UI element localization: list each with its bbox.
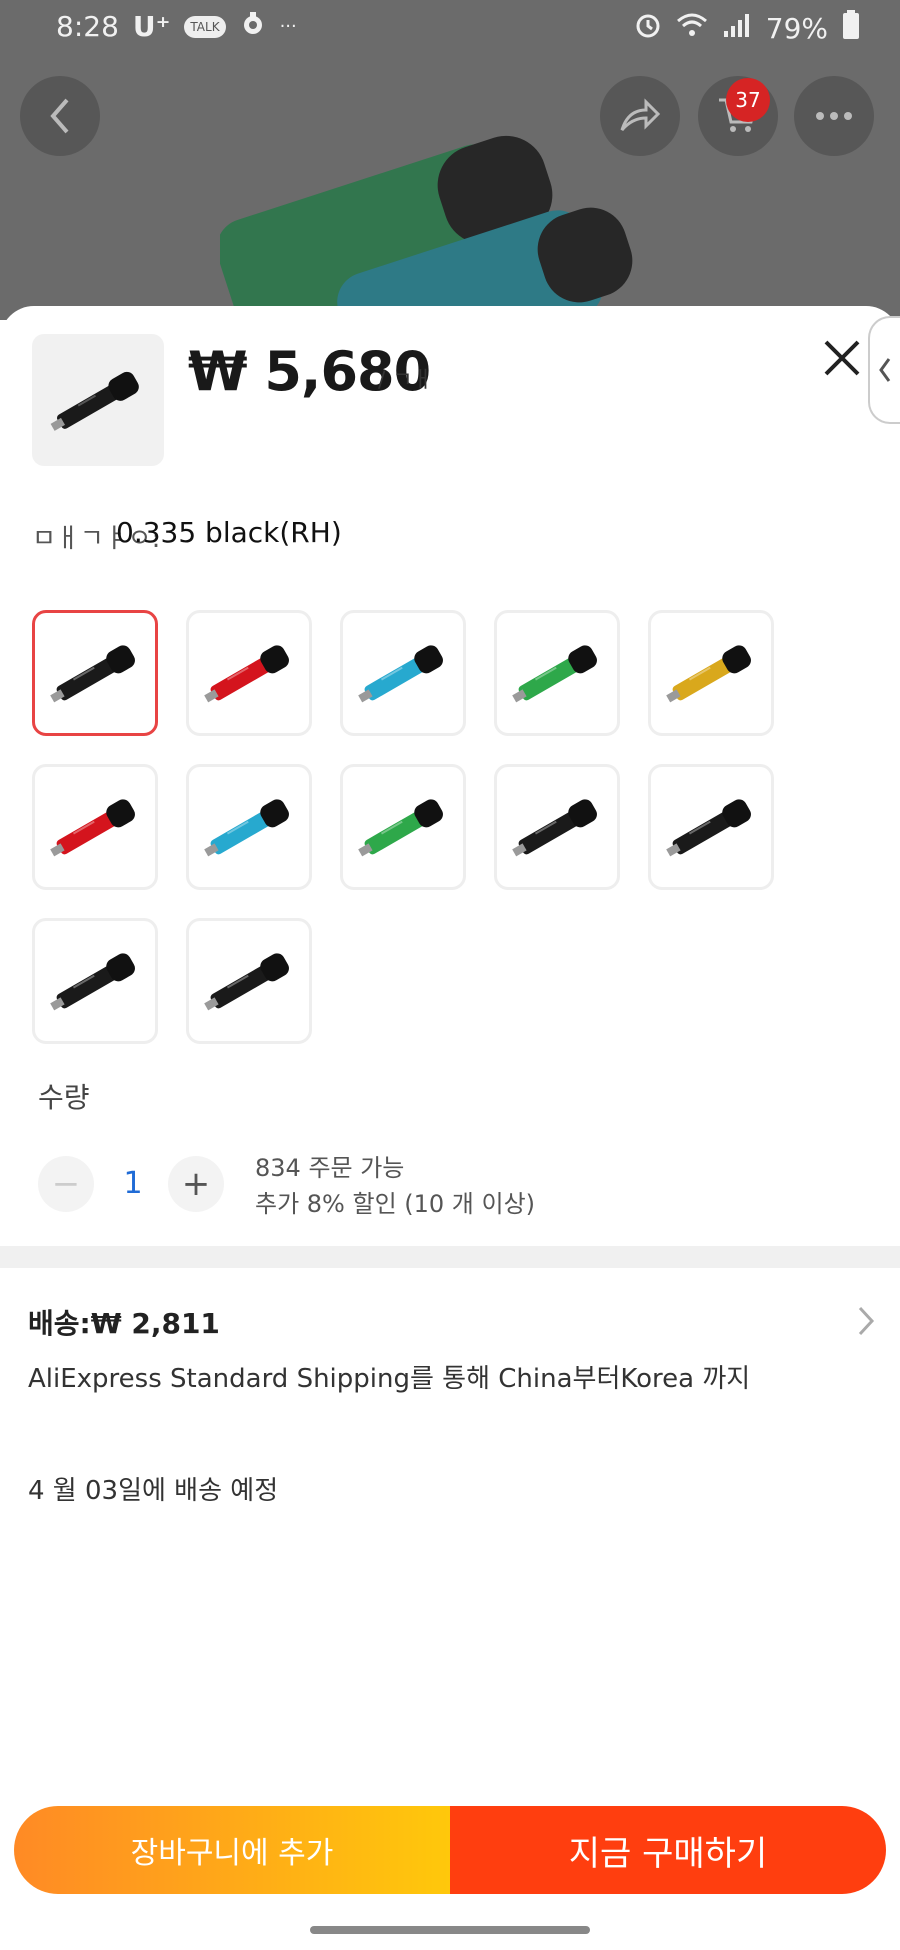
product-image	[220, 135, 633, 320]
price-unit: / ㄱㅐ	[378, 368, 433, 393]
share-icon	[620, 98, 661, 131]
battery-percent: 79%	[765, 12, 828, 45]
product-thumbnail-image	[50, 371, 139, 431]
bulk-discount: 추가 8% 할인 (10 개 이상)	[255, 1190, 536, 1218]
wifi-icon	[676, 11, 708, 46]
swatch-product-image	[666, 645, 751, 703]
more-icon	[816, 112, 852, 120]
color-swatch-option[interactable]	[648, 610, 774, 736]
delivery-estimate: 4 월 03일에 배송 예정	[28, 1476, 279, 1506]
quantity-decrease-button[interactable]: −	[38, 1156, 94, 1212]
quantity-increase-button[interactable]: +	[168, 1156, 224, 1212]
more-dots: ···	[279, 16, 297, 37]
battery-icon	[842, 10, 860, 47]
chevron-left-icon	[50, 98, 69, 134]
quantity-info: 834 주문 가능 추가 8% 할인 (10 개 이상)	[255, 1150, 535, 1222]
quantity-value[interactable]: 1	[118, 1166, 148, 1201]
swatch-product-image	[358, 799, 443, 857]
color-swatch-option[interactable]	[494, 610, 620, 736]
chevron-left-icon	[879, 358, 891, 382]
back-button[interactable]	[20, 76, 100, 156]
swatch-product-image	[204, 799, 289, 857]
color-swatch-option[interactable]	[648, 764, 774, 890]
color-swatch-option[interactable]	[494, 764, 620, 890]
color-swatch-option[interactable]	[186, 918, 312, 1044]
swatch-product-image	[50, 953, 135, 1011]
color-swatch-option[interactable]	[32, 764, 158, 890]
carrier-label: U⁺	[132, 10, 171, 43]
shipping-method: AliExpress Standard Shipping를 통해 China부터…	[28, 1364, 751, 1394]
side-panel-tab[interactable]	[868, 316, 900, 424]
swatch-product-image	[358, 645, 443, 703]
close-icon	[824, 340, 860, 376]
alarm-icon	[634, 11, 662, 46]
chevron-right-icon	[858, 1306, 875, 1336]
home-indicator[interactable]	[310, 1926, 590, 1934]
status-bar: 8:28 U⁺ TALK ··· 79%	[0, 0, 900, 56]
color-swatch-option[interactable]	[340, 764, 466, 890]
color-swatch-option[interactable]	[340, 610, 466, 736]
swatch-product-image	[50, 799, 135, 857]
swatch-product-image	[204, 645, 289, 703]
selected-product-thumbnail	[32, 334, 164, 466]
quantity-label: 수량	[38, 1081, 90, 1114]
cart-count-badge: 37	[726, 78, 770, 122]
color-swatch-option[interactable]	[186, 610, 312, 736]
swatch-product-image	[512, 645, 597, 703]
add-to-cart-button[interactable]: 장바구니에 추가	[14, 1806, 450, 1894]
color-swatch-option[interactable]	[32, 610, 158, 736]
color-value: 0.335 black(RH)	[116, 516, 342, 549]
swatch-product-image	[204, 953, 289, 1011]
shipping-fee: 배송:₩ 2,811	[28, 1307, 220, 1340]
stock-available: 834 주문 가능	[255, 1154, 405, 1182]
buy-now-button[interactable]: 지금 구매하기	[450, 1806, 886, 1894]
swatch-product-image	[512, 799, 597, 857]
color-swatch-option[interactable]	[32, 918, 158, 1044]
settings-icon	[240, 10, 266, 43]
section-divider	[0, 1246, 900, 1268]
signal-icon	[722, 11, 752, 46]
swatch-product-image	[666, 799, 751, 857]
more-button[interactable]	[794, 76, 874, 156]
color-swatch-option[interactable]	[186, 764, 312, 890]
shipping-details-button[interactable]	[856, 1304, 876, 1338]
close-button[interactable]	[818, 334, 866, 382]
share-button[interactable]	[600, 76, 680, 156]
swatch-product-image	[50, 645, 135, 703]
clock: 8:28	[56, 10, 119, 43]
talk-icon: TALK	[184, 15, 226, 38]
